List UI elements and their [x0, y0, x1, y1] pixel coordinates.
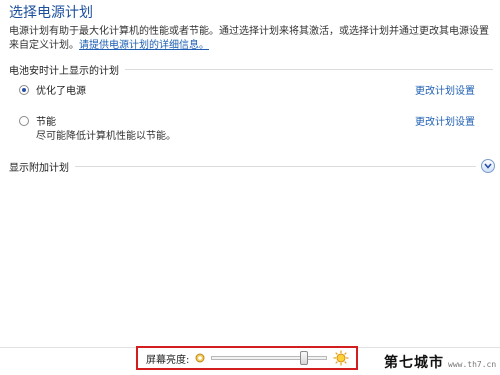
- brightness-slider-track[interactable]: [211, 351, 328, 365]
- plan-balanced-radio-row[interactable]: 优化了电源: [19, 82, 86, 97]
- additional-plans-label[interactable]: 显示附加计划: [9, 159, 75, 174]
- section-divider: [125, 68, 493, 70]
- plan-power-saver-change-link[interactable]: 更改计划设置: [415, 113, 475, 128]
- plan-power-saver-description: 尽可能降低计算机性能以节能。: [36, 131, 176, 142]
- plan-power-saver-label[interactable]: 节能: [36, 113, 56, 128]
- watermark-url: www.th7.cn: [448, 360, 497, 369]
- sun-dim-icon: [195, 353, 205, 363]
- plan-power-saver-radio[interactable]: [19, 115, 29, 126]
- watermark: 第七城市 www.th7.cn: [384, 352, 496, 372]
- additional-plans-row[interactable]: 显示附加计划: [9, 157, 495, 175]
- plan-balanced-change-link[interactable]: 更改计划设置: [415, 82, 475, 97]
- brightness-label: 屏幕亮度:: [146, 354, 190, 366]
- page-title: 选择电源计划: [9, 5, 93, 21]
- section-label: 电池安时计上显示的计划: [9, 65, 119, 77]
- help-link[interactable]: 请提供电源计划的详细信息。: [79, 40, 209, 51]
- plan-balanced-radio[interactable]: [19, 84, 29, 95]
- additional-plans-divider: [75, 165, 476, 167]
- chevron-down-icon[interactable]: [481, 159, 495, 173]
- brightness-control: 屏幕亮度:: [136, 346, 358, 370]
- plan-power-saver-radio-row[interactable]: 节能: [19, 113, 56, 128]
- page-description: 电源计划有助于最大化计算机的性能或者节能。通过选择计划来将其激活，或选择计划并通…: [9, 25, 493, 53]
- battery-plans-section: 电池安时计上显示的计划: [9, 63, 493, 77]
- sun-bright-icon: [333, 350, 349, 366]
- brightness-slider-thumb[interactable]: [299, 351, 308, 365]
- watermark-text: 第七城市: [384, 355, 444, 371]
- plan-balanced-label[interactable]: 优化了电源: [36, 82, 86, 97]
